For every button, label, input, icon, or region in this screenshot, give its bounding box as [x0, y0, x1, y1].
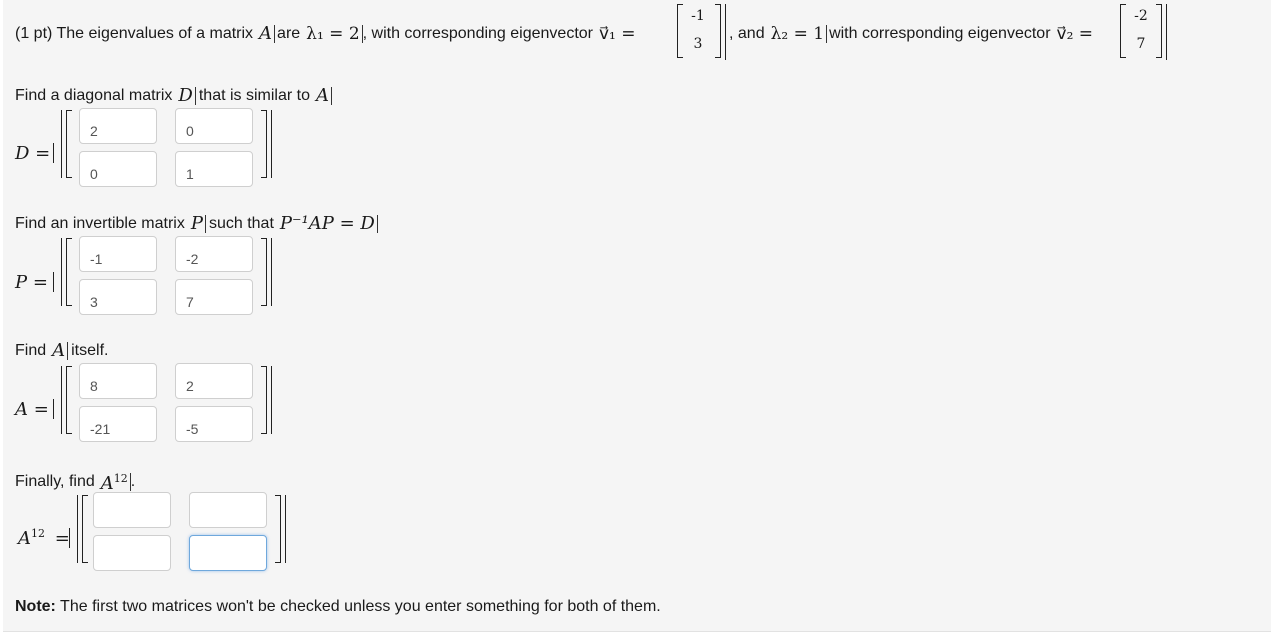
p-left-bracket: [66, 238, 72, 306]
problem-statement: (1 pt) The eigenvalues of a matrix A are…: [15, 23, 636, 45]
part-p-suffix: such that: [208, 215, 274, 232]
a12-entry-12[interactable]: [189, 492, 267, 528]
eigenvector-text-1: , with corresponding eigenvector: [362, 25, 593, 42]
a12-label-exponent: 12: [31, 527, 45, 540]
part-a-text: Find: [15, 342, 47, 359]
part-a12-text: Finally, find: [15, 472, 95, 490]
a12-symbol: A12: [101, 469, 128, 494]
v1-left-bracket: [677, 4, 683, 58]
v2-entry-2: 7: [1136, 36, 1146, 52]
lambda1-expression: λ₁ = 2: [306, 24, 360, 44]
a-label-cursor: [53, 399, 55, 419]
note-text: The first two matrices won't be checked …: [60, 598, 661, 615]
a-symbol-2: A: [52, 340, 66, 361]
part-a12-prompt: Finally, find A12 .: [15, 469, 135, 494]
a-entry-21[interactable]: [79, 406, 157, 442]
a12-label-equals: =: [54, 528, 70, 549]
a-label: A =: [15, 399, 49, 420]
p-label: P =: [15, 272, 48, 293]
p-outer-bar-right: [271, 238, 273, 306]
part-d-suffix: that is similar to: [198, 87, 310, 104]
d-right-bracket: [261, 110, 267, 178]
v2-cursor: [1166, 4, 1168, 60]
d-entry-22[interactable]: [175, 151, 253, 187]
a-right-bracket: [261, 366, 267, 434]
v1-entry-1: -1: [691, 8, 705, 24]
a12-left-bracket: [82, 495, 88, 563]
part-a-prompt: Find A itself.: [15, 341, 108, 361]
and-text: , and: [729, 25, 765, 42]
a-entry-22[interactable]: [175, 406, 253, 442]
d-entry-11[interactable]: [79, 108, 157, 144]
a12-label: A12 =: [18, 527, 70, 549]
lambda2-expression: λ₂ = 1: [770, 24, 825, 44]
part-p-text: Find an invertible matrix: [15, 215, 185, 232]
a12-entry-11[interactable]: [93, 492, 171, 528]
v2-right-bracket: [1156, 4, 1162, 58]
v2-label: v⃗₂ =: [1056, 24, 1094, 44]
a-entry-12[interactable]: [175, 363, 253, 399]
part-d-prompt: Find a diagonal matrix D that is similar…: [15, 86, 332, 106]
p-equation: P⁻¹AP = D: [279, 213, 375, 234]
matrix-a-symbol: A: [259, 23, 273, 44]
note-bold: Note:: [15, 598, 56, 615]
d-outer-bar-left: [61, 110, 63, 178]
a12-base: A: [100, 473, 114, 494]
a-left-bracket: [66, 366, 72, 434]
a12-period: .: [130, 472, 136, 490]
note: Note: The first two matrices won't be ch…: [15, 597, 661, 617]
d-outer-bar-right: [271, 110, 273, 178]
p-outer-bar-left: [61, 238, 63, 306]
eigenvector-text-2: with corresponding eigenvector: [829, 25, 1051, 42]
v1-cursor: [725, 4, 727, 60]
p-entry-22[interactable]: [175, 279, 253, 315]
a12-label-cursor: [69, 528, 71, 548]
part-d-text: Find a diagonal matrix: [15, 87, 173, 104]
a12-outer-bar-right: [285, 495, 287, 563]
p-entry-12[interactable]: [175, 236, 253, 272]
part-a-suffix: itself.: [71, 342, 109, 359]
v2-entry-1: -2: [1134, 8, 1148, 24]
d-label: D =: [15, 143, 51, 164]
v1-right-bracket: [715, 4, 721, 58]
part-p-prompt: Find an invertible matrix P such that P⁻…: [15, 214, 378, 234]
a12-entry-21[interactable]: [93, 535, 171, 571]
v1-label: v⃗₁ =: [599, 24, 636, 44]
problem-prefix: (1 pt) The eigenvalues of a matrix: [15, 25, 254, 42]
d-entry-12[interactable]: [175, 108, 253, 144]
a12-label-base: A: [18, 528, 31, 549]
are-text: are: [277, 25, 301, 42]
d-left-bracket: [66, 110, 72, 178]
p-label-cursor: [53, 272, 55, 292]
a12-outer-bar-left: [77, 495, 79, 563]
a12-entry-22[interactable]: [189, 535, 267, 571]
d-entry-21[interactable]: [79, 151, 157, 187]
d-symbol: D: [178, 85, 193, 106]
p-entry-11[interactable]: [79, 236, 157, 272]
a12-right-bracket: [275, 495, 281, 563]
problem-panel: (1 pt) The eigenvalues of a matrix A are…: [3, 0, 1271, 632]
v2-left-bracket: [1120, 4, 1126, 58]
d-label-cursor: [53, 143, 55, 163]
a-symbol: A: [316, 85, 329, 106]
a-entry-11[interactable]: [79, 363, 157, 399]
a12-exponent: 12: [113, 472, 128, 485]
p-right-bracket: [261, 238, 267, 306]
a-outer-bar-right: [271, 366, 273, 434]
a-outer-bar-left: [61, 366, 63, 434]
p-symbol: P: [190, 213, 203, 234]
problem-statement-2: , and λ₂ = 1 with corresponding eigenvec…: [729, 24, 1093, 44]
v1-entry-2: 3: [693, 36, 703, 52]
p-entry-21[interactable]: [79, 279, 157, 315]
